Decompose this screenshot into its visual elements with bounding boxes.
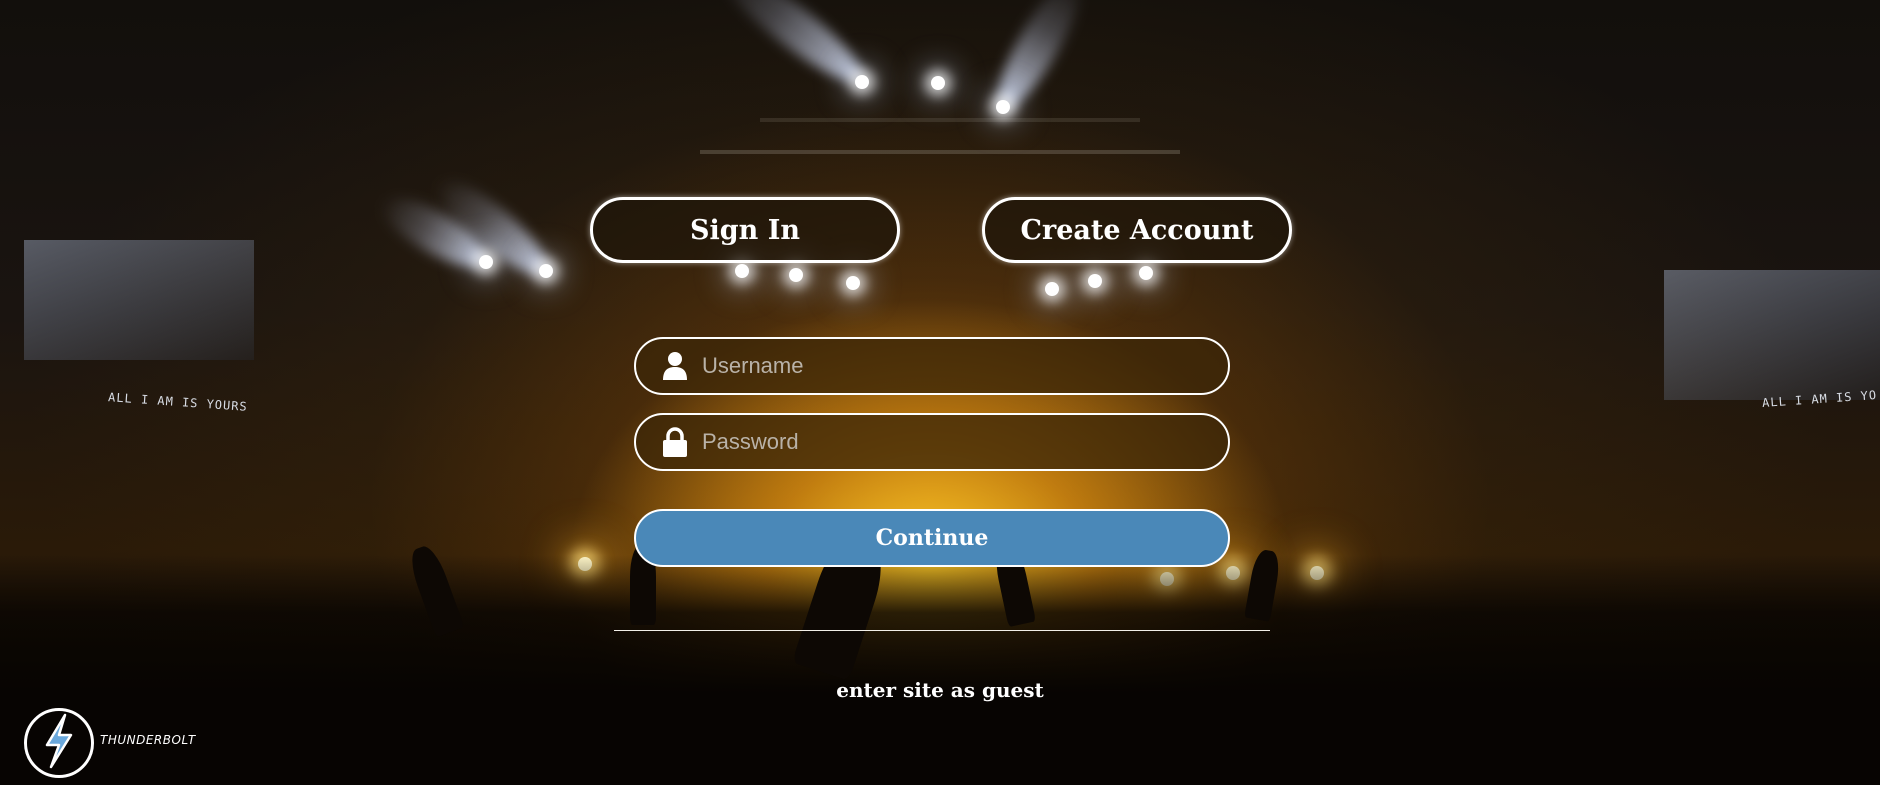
- stage-light: [846, 276, 860, 290]
- username-input[interactable]: [700, 352, 1228, 380]
- user-icon: [660, 351, 690, 381]
- create-account-button[interactable]: Create Account: [982, 197, 1292, 263]
- sign-in-button[interactable]: Sign In: [590, 197, 900, 263]
- brand-logo[interactable]: THUNDERBOLT: [24, 708, 196, 778]
- left-video-screen: [24, 240, 254, 360]
- logo-badge: [24, 708, 94, 778]
- password-input[interactable]: [700, 428, 1228, 456]
- username-field[interactable]: [634, 337, 1230, 395]
- stage-light: [735, 264, 749, 278]
- stage-light: [996, 100, 1010, 114]
- lightning-bolt-icon: [39, 713, 79, 773]
- divider: [614, 630, 1270, 631]
- enter-as-guest-link[interactable]: enter site as guest: [0, 678, 1880, 702]
- stage-light: [479, 255, 493, 269]
- stage-light: [789, 268, 803, 282]
- continue-label: Continue: [875, 525, 989, 551]
- create-account-label: Create Account: [1020, 214, 1254, 246]
- stage-truss: [700, 150, 1180, 154]
- lock-icon: [660, 427, 690, 457]
- stage-light: [539, 264, 553, 278]
- stage-light: [1139, 266, 1153, 280]
- stage-light: [931, 76, 945, 90]
- brand-name: THUNDERBOLT: [100, 733, 196, 747]
- sign-in-label: Sign In: [690, 214, 800, 246]
- password-field[interactable]: [634, 413, 1230, 471]
- right-video-screen: [1664, 270, 1880, 400]
- continue-button[interactable]: Continue: [634, 509, 1230, 567]
- stage-light: [1045, 282, 1059, 296]
- crowd-silhouette: [0, 555, 1880, 785]
- stage-light: [855, 75, 869, 89]
- login-page: ALL I AM IS YOURS ALL I AM IS YO Sign In…: [0, 0, 1880, 785]
- stage-truss-upper: [760, 118, 1140, 122]
- stage-light: [1088, 274, 1102, 288]
